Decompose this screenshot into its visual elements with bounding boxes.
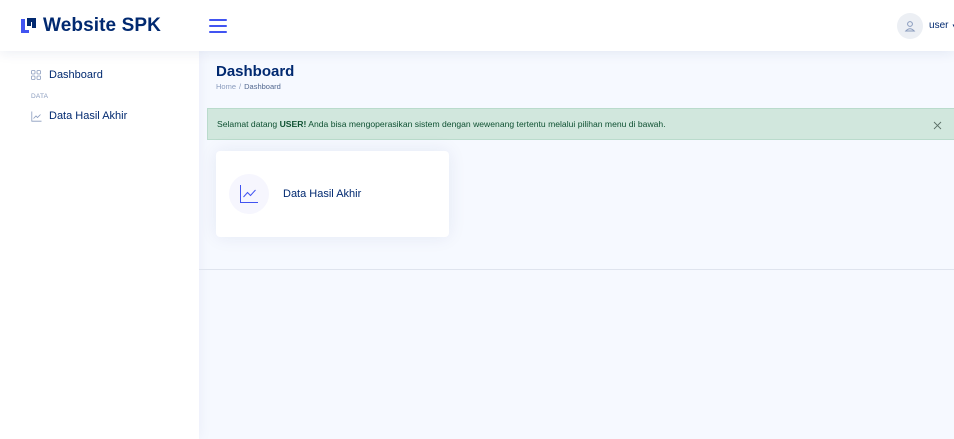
alert-strong: USER! bbox=[279, 119, 307, 129]
avatar bbox=[897, 12, 924, 39]
line-chart-icon bbox=[31, 111, 42, 122]
main-content: Dashboard Home / Dashboard Selamat datang … bbox=[199, 51, 954, 439]
breadcrumb-current: Dashboard bbox=[244, 82, 281, 91]
alert-prefix: Selamat datang bbox=[217, 119, 280, 129]
close-icon[interactable] bbox=[932, 118, 943, 130]
logo-text: Website SPK bbox=[43, 14, 161, 36]
menu-toggle-icon[interactable] bbox=[209, 18, 227, 33]
breadcrumb-home-link[interactable]: Home bbox=[216, 82, 236, 91]
line-chart-icon bbox=[229, 174, 269, 214]
divider bbox=[199, 269, 954, 270]
sidebar: Dashboard DATA Data Hasil Akhir bbox=[0, 51, 199, 439]
card-title: Data Hasil Akhir bbox=[283, 188, 362, 200]
grid-icon bbox=[31, 70, 42, 81]
logo-icon bbox=[21, 18, 36, 33]
page-title: Dashboard bbox=[216, 63, 295, 80]
alert-message: Selamat datang USER! Anda bisa mengopera… bbox=[217, 119, 666, 129]
sidebar-item-label: Data Hasil Akhir bbox=[49, 110, 128, 122]
logo[interactable]: Website SPK bbox=[0, 15, 199, 37]
user-icon bbox=[904, 20, 916, 31]
welcome-alert: Selamat datang USER! Anda bisa mengopera… bbox=[207, 108, 954, 140]
alert-suffix: Anda bisa mengoperasikan sistem dengan w… bbox=[306, 119, 666, 129]
sidebar-item-label: Dashboard bbox=[49, 69, 103, 81]
breadcrumb: Home / Dashboard bbox=[216, 82, 281, 91]
user-menu[interactable]: user ▾ bbox=[897, 12, 954, 39]
breadcrumb-separator: / bbox=[239, 82, 242, 91]
user-name: user bbox=[929, 20, 949, 31]
top-header: Website SPK user ▾ bbox=[0, 0, 954, 51]
data-hasil-akhir-card[interactable]: Data Hasil Akhir bbox=[216, 151, 449, 237]
sidebar-item-dashboard[interactable]: Dashboard bbox=[0, 68, 199, 82]
sidebar-item-data-hasil-akhir[interactable]: Data Hasil Akhir bbox=[0, 109, 199, 123]
sidebar-heading: DATA bbox=[31, 93, 49, 100]
